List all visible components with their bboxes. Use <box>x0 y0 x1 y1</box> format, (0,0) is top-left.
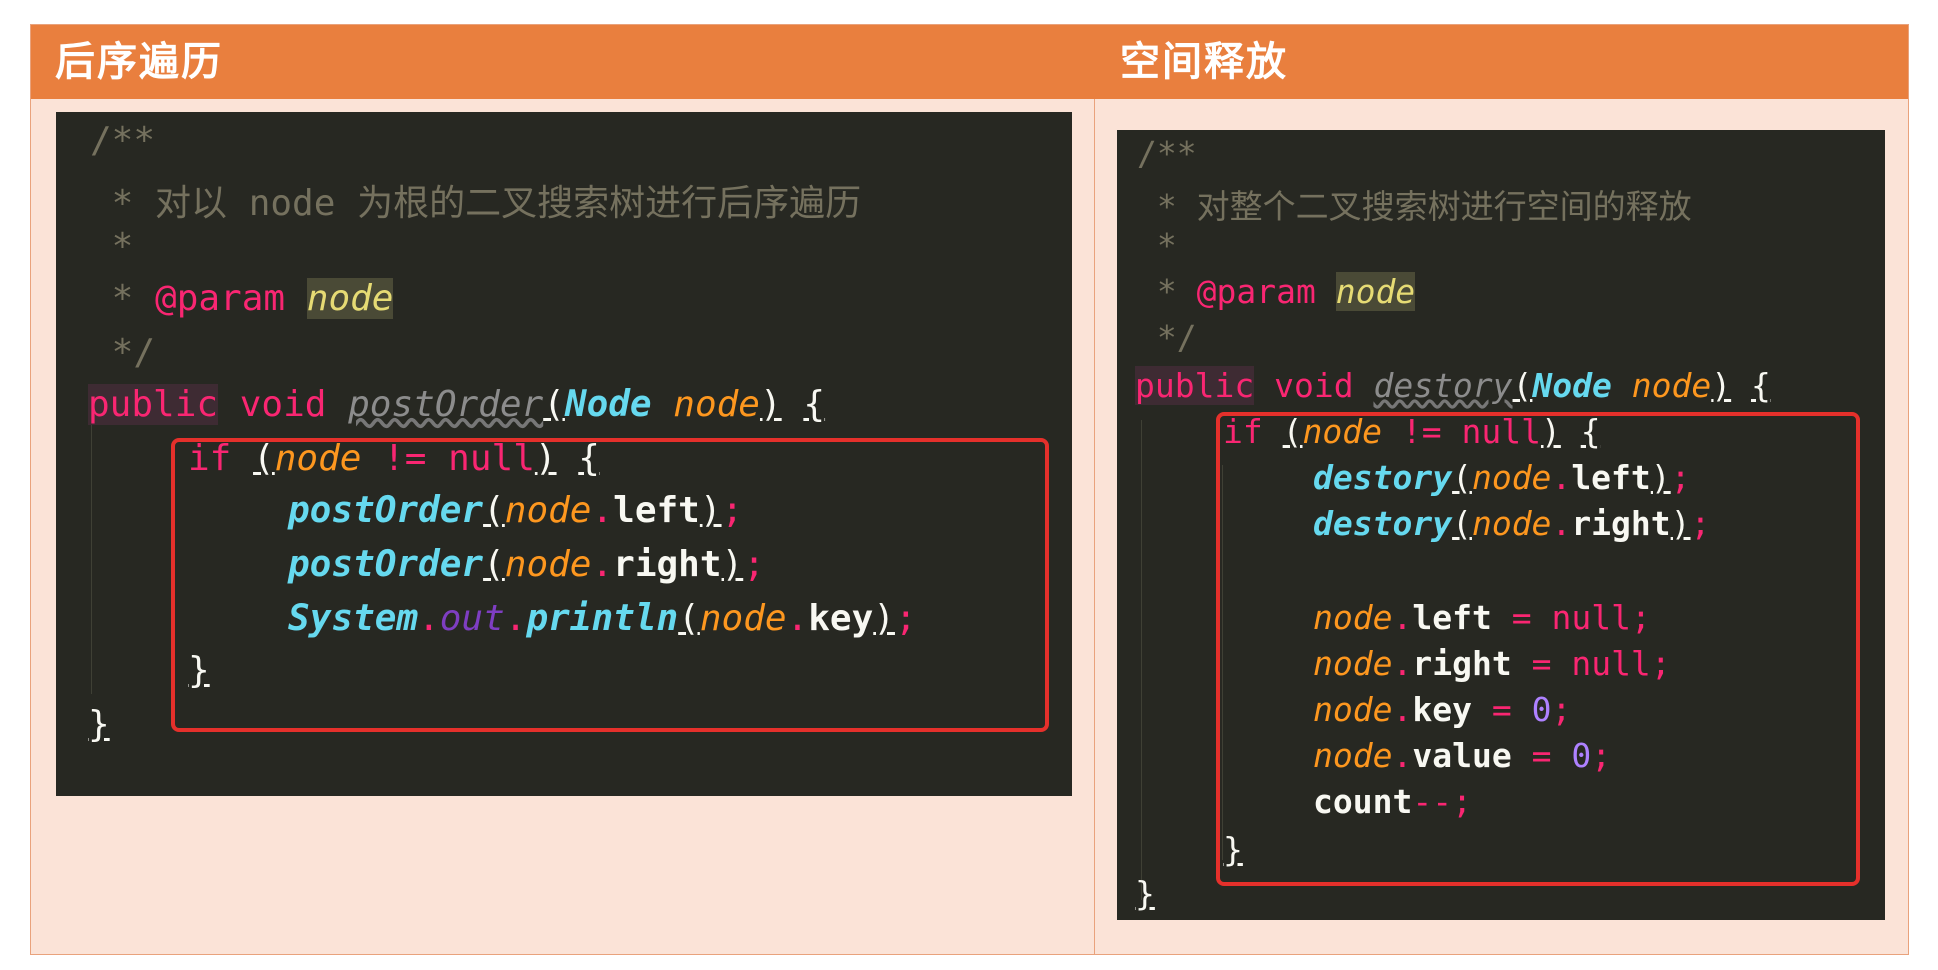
code-line-1: /** <box>1137 134 1197 173</box>
indent-guide <box>1141 420 1142 900</box>
indent-guide <box>91 412 92 694</box>
highlight-box-destroy <box>1216 412 1860 886</box>
highlight-box-postorder <box>171 438 1049 732</box>
code-line-3: * <box>1137 226 1177 265</box>
code-line-5: */ <box>90 332 156 373</box>
code-panel-postorder: /** * 对以 node 为根的二叉搜索树进行后序遍历 * * @param … <box>56 112 1072 796</box>
header-postorder: 后序遍历 <box>55 39 223 85</box>
code-line-signature: public void destory(Node node) { <box>1135 366 1771 405</box>
code-line-close-method: } <box>1135 874 1155 913</box>
code-line-3: * <box>90 226 134 267</box>
code-line-signature: public void postOrder(Node node) { <box>88 384 826 425</box>
code-line-5: */ <box>1137 318 1197 357</box>
code-line-1: /** <box>90 120 156 161</box>
header-space-release: 空间释放 <box>1120 39 1288 85</box>
table-header-row: 后序遍历 空间释放 <box>31 25 1908 99</box>
code-line-2: * 对整个二叉搜索树进行空间的释放 <box>1137 187 1692 226</box>
code-line-4: * @param node <box>90 278 394 319</box>
code-line-4: * @param node <box>1137 272 1416 311</box>
column-divider <box>1094 99 1095 955</box>
code-line-2: * 对以 node 为根的二叉搜索树进行后序遍历 <box>90 183 862 224</box>
code-line-close-method: } <box>88 704 110 745</box>
code-panel-destroy: /** * 对整个二叉搜索树进行空间的释放 * * @param node */… <box>1117 130 1885 920</box>
